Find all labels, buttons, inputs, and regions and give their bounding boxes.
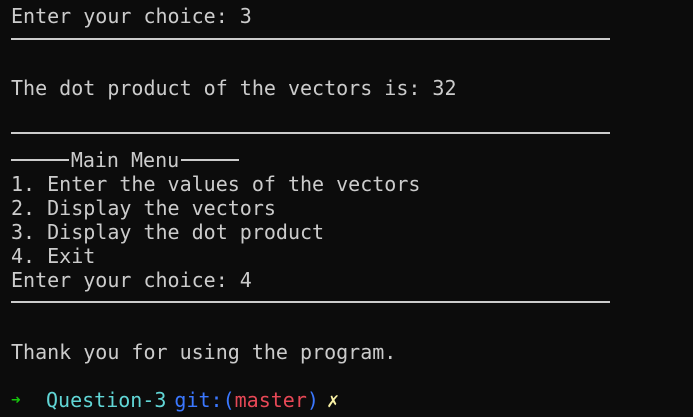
prompt-git-label: git:(	[174, 388, 235, 412]
prompt-git-close: )	[306, 388, 319, 412]
terminal-line-dot-product-result: The dot product of the vectors is: 32	[11, 76, 457, 100]
prompt-directory: Question-3	[46, 388, 167, 412]
menu-title: Main Menu	[70, 148, 180, 172]
separator-line	[11, 301, 610, 303]
menu-header-right-rule	[181, 159, 239, 161]
terminal-line-goodbye: Thank you for using the program.	[11, 340, 397, 364]
terminal-line-previous-choice: Enter your choice: 3	[11, 4, 252, 28]
separator-line	[11, 38, 610, 40]
prompt-dirty-icon: ✗	[326, 388, 339, 412]
menu-item-enter-values: 1. Enter the values of the vectors	[11, 172, 421, 196]
shell-prompt[interactable]: ➜ Question-3 git:(master) ✗	[11, 388, 339, 412]
separator-line	[11, 132, 610, 134]
menu-item-display-vectors: 2. Display the vectors	[11, 196, 276, 220]
prompt-git-branch: master	[234, 388, 307, 412]
menu-item-display-dot-product: 3. Display the dot product	[11, 220, 325, 244]
menu-item-exit: 4. Exit	[11, 244, 96, 268]
menu-header-left-rule	[11, 159, 69, 161]
prompt-arrow-icon: ➜	[11, 390, 21, 409]
terminal-line-last-choice: Enter your choice: 4	[11, 268, 252, 292]
menu-header: Main Menu	[11, 148, 239, 172]
terminal-window[interactable]: Enter your choice: 3 The dot product of …	[0, 0, 693, 417]
